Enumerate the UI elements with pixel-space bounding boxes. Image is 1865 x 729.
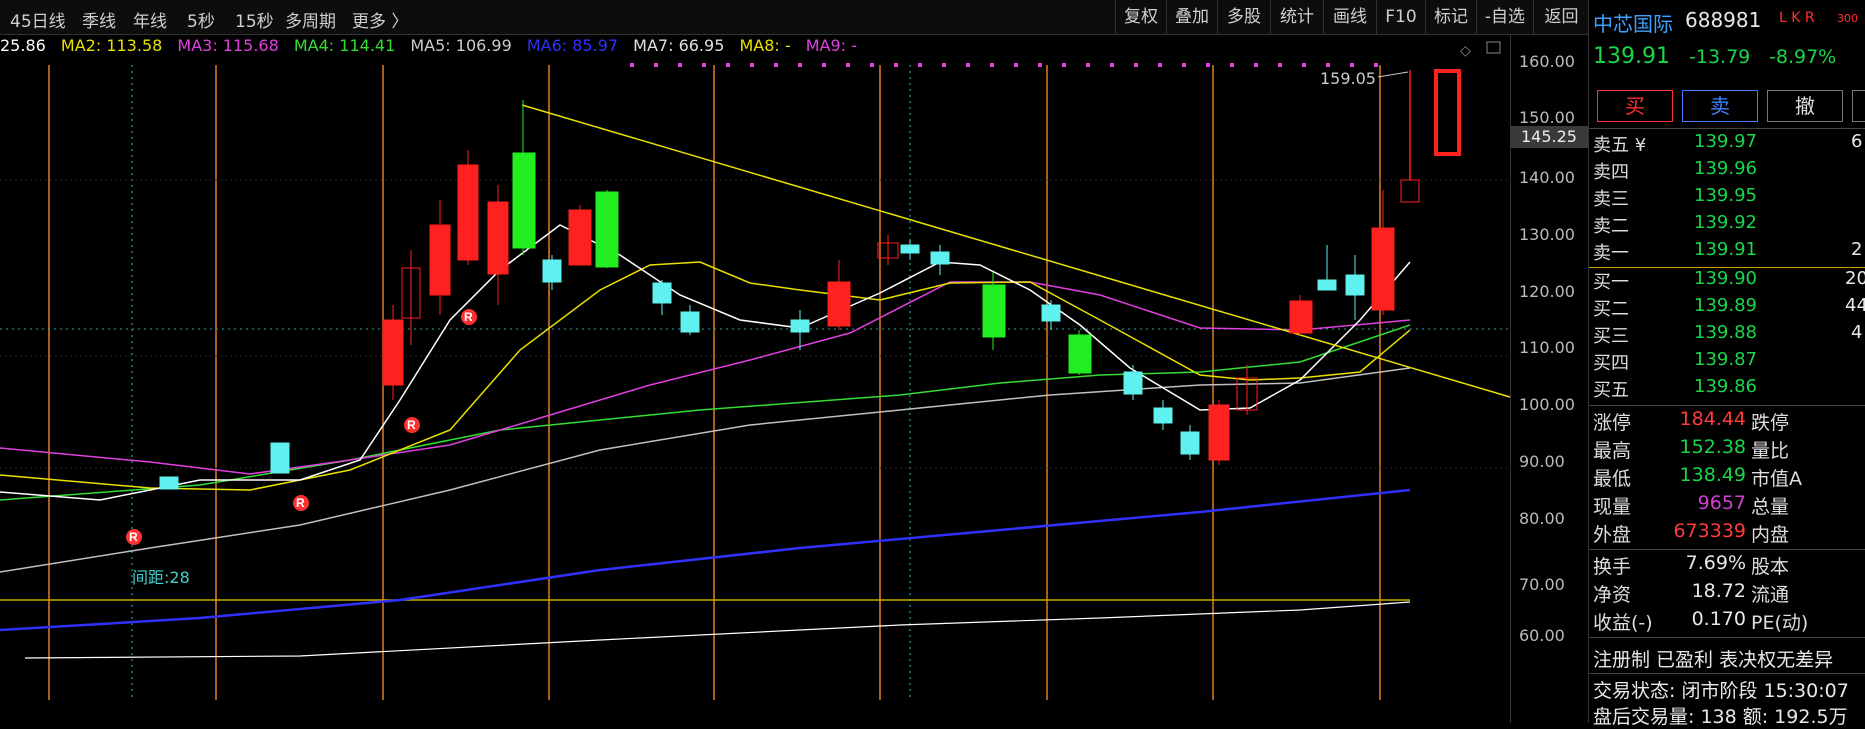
bid-row[interactable]: 买二 139.89 44 [1589,295,1865,322]
ask-row[interactable]: 卖三 139.95 [1589,185,1865,212]
trade-status: 交易状态: 闭市阶段 15:30:07 [1593,680,1849,702]
svg-text:◇: ◇ [1460,43,1471,59]
multi-stock-button[interactable]: 多股 [1217,0,1270,34]
back-button[interactable]: 返回 [1533,0,1589,34]
bid-row[interactable]: 买一 139.90 20 [1589,268,1865,295]
mark-button[interactable]: 标记 [1425,0,1476,34]
chart-toolbar: 45日线 季线 年线 5秒 15秒 多周期 更多 〉 复权 叠加 多股 统计 画… [0,0,1588,35]
cursor-price-tag: 145.25 [1510,126,1588,148]
svg-text:R: R [464,310,473,324]
y-tick: 120.00 [1519,282,1575,301]
r-markers: R R R R [126,309,477,545]
timeframe-15s[interactable]: 15秒 [235,7,274,32]
price-change: -13.79 [1689,46,1751,68]
cycle-lines [48,65,1381,700]
timeframe-quarter[interactable]: 季线 [82,7,116,32]
svg-text:R: R [129,530,138,544]
quote-panel: 中芯国际 688981 L K R 300 139.91 -13.79 -8.9… [1588,0,1865,728]
fuquan-button[interactable]: 复权 [1115,0,1166,34]
after-hours-volume: 盘后交易量: 138 额: 192.5万 [1593,706,1848,728]
stat-row: 净资 18.72 流通 [1593,580,1790,606]
stat-row: 现量 9657 总量 [1593,492,1790,518]
buy-button[interactable]: 买 [1597,90,1673,122]
ask-row[interactable]: 卖四 139.96 [1589,158,1865,185]
bid-row[interactable]: 买五 139.86 [1589,376,1865,403]
y-tick: 60.00 [1519,626,1565,645]
y-tick: 80.00 [1519,509,1565,528]
timeframe-5s[interactable]: 5秒 [187,7,215,32]
overlay-button[interactable]: 叠加 [1166,0,1217,34]
candles [159,70,1420,490]
ask-row[interactable]: 卖五 ¥139.97 6 [1589,131,1865,158]
stat-row: 收益(-) 0.170 PE(动) [1593,608,1809,634]
sell-button[interactable]: 卖 [1682,90,1758,122]
bid-row[interactable]: 买四 139.87 [1589,349,1865,376]
remove-watchlist-button[interactable]: -自选 [1476,0,1533,34]
draw-line-button[interactable]: 画线 [1323,0,1376,34]
timeframe-year[interactable]: 年线 [133,7,167,32]
more-trade-button[interactable] [1852,90,1865,122]
timeframe-45d[interactable]: 45日线 [10,7,66,32]
index-tag: 300 [1837,12,1858,25]
high-price-label: 159.05 [1320,69,1376,88]
stock-tags: L K R [1779,10,1815,26]
price-change-pct: -8.97% [1769,46,1837,68]
stock-code: 688981 [1685,8,1762,32]
y-tick: 100.00 [1519,395,1575,414]
y-tick: 130.00 [1519,225,1575,244]
svg-text:R: R [296,496,305,510]
timeframe-more[interactable]: 更多 〉 [352,7,408,32]
f10-button[interactable]: F10 [1376,0,1425,34]
statistics-button[interactable]: 统计 [1270,0,1323,34]
stat-row: 最高 152.38 量比 [1593,436,1790,462]
y-tick: 90.00 [1519,452,1565,471]
last-price: 139.91 [1593,44,1670,69]
cancel-order-button[interactable]: 撤 [1767,90,1843,122]
interval-label: 间距:28 [132,568,190,587]
stat-row: 涨停 184.44 跌停 [1593,408,1790,434]
stock-name[interactable]: 中芯国际 [1593,8,1673,37]
y-tick: 150.00 [1519,108,1575,127]
y-tick: 160.00 [1519,52,1575,71]
y-tick: 110.00 [1519,338,1575,357]
ask-row[interactable]: 卖一 139.91 2 [1589,239,1865,266]
kline-chart[interactable]: R R R R 159.05 间距:28 ◇ [0,35,1588,723]
stat-row: 换手 7.69% 股本 [1593,552,1790,578]
listing-notice: 注册制 已盈利 表决权无差异 [1593,649,1834,671]
highlight-box [1434,69,1461,156]
bid-row[interactable]: 买三 139.88 4 [1589,322,1865,349]
y-tick: 70.00 [1519,575,1565,594]
svg-text:R: R [407,418,416,432]
stat-row: 最低 138.49 市值A [1593,464,1802,490]
ask-row[interactable]: 卖二 139.92 [1589,212,1865,239]
timeframe-multi[interactable]: 多周期 [285,7,336,32]
stat-row: 外盘 673339 内盘 [1593,520,1790,546]
y-tick: 140.00 [1519,168,1575,187]
